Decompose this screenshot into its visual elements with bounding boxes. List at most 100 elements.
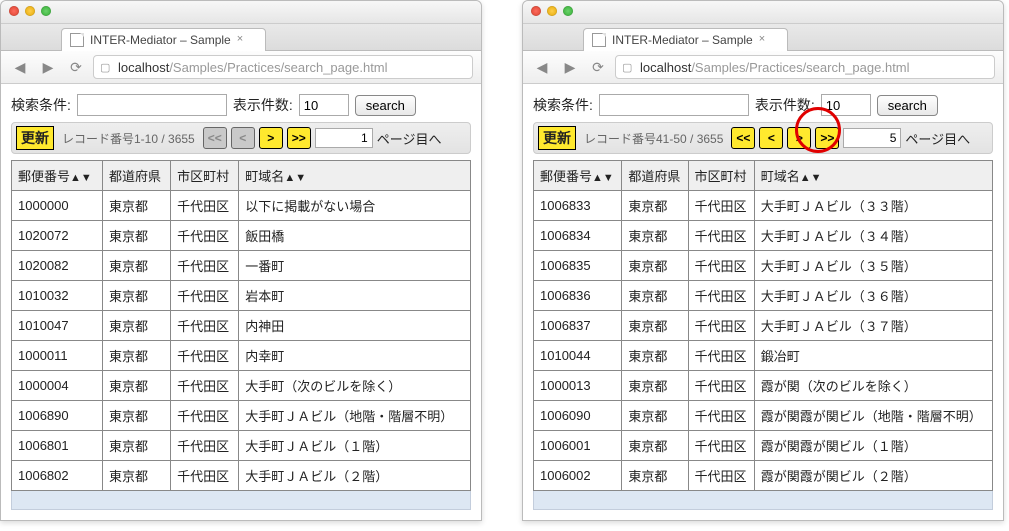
search-input[interactable] [77, 94, 227, 116]
sort-icon[interactable]: ▲▼ [284, 172, 306, 184]
cell-city: 千代田区 [688, 371, 754, 401]
search-button[interactable]: search [355, 95, 416, 116]
cell-city: 千代田区 [688, 251, 754, 281]
search-row: 検索条件:表示件数:search [11, 94, 471, 116]
count-input[interactable] [821, 94, 871, 116]
reload-button[interactable]: ⟳ [65, 56, 87, 78]
page-content: 検索条件:表示件数:search更新レコード番号1-10 / 3655<<<>>… [1, 84, 481, 520]
back-button[interactable]: ◀ [531, 56, 553, 78]
browser-tab[interactable]: INTER-Mediator – Sample× [583, 28, 788, 51]
count-input[interactable] [299, 94, 349, 116]
cell-zip: 1020072 [12, 221, 103, 251]
tab-close-icon[interactable]: × [237, 35, 247, 45]
pager-next-button[interactable]: > [259, 127, 283, 149]
cell-city: 千代田区 [688, 281, 754, 311]
cell-pref: 東京都 [102, 371, 170, 401]
cell-pref: 東京都 [622, 221, 688, 251]
page-content: 検索条件:表示件数:search更新レコード番号41-50 / 3655<<<>… [523, 84, 1003, 520]
pager-prev-button[interactable]: < [759, 127, 783, 149]
pager-first-button[interactable]: << [731, 127, 755, 149]
traffic-light-minimize-icon[interactable] [25, 6, 35, 16]
town-header: 町域名▲▼ [239, 161, 471, 191]
table-row: 1006802東京都千代田区大手町ＪＡビル（２階） [12, 461, 471, 491]
search-input[interactable] [599, 94, 749, 116]
back-button[interactable]: ◀ [9, 56, 31, 78]
count-label: 表示件数: [233, 95, 293, 115]
cell-zip: 1006890 [12, 401, 103, 431]
cell-zip: 1006002 [534, 461, 622, 491]
cell-city: 千代田区 [171, 371, 239, 401]
cell-town: 霞が関霞が関ビル（地階・階層不明） [754, 401, 992, 431]
update-button[interactable]: 更新 [16, 126, 54, 150]
cell-town: 内神田 [239, 311, 471, 341]
table-footer [533, 491, 993, 510]
pref-header: 都道府県 [622, 161, 688, 191]
cell-pref: 東京都 [622, 431, 688, 461]
tab-strip: INTER-Mediator – Sample × [1, 24, 481, 51]
url-host: localhost [640, 60, 691, 75]
page-suffix-label: ページ目へ [377, 129, 442, 148]
sort-icon[interactable]: ▲▼ [592, 172, 614, 184]
toolbar: ◀▶⟳▢localhost/Samples/Practices/search_p… [523, 51, 1003, 84]
table-row: 1020072東京都千代田区飯田橋 [12, 221, 471, 251]
reload-button[interactable]: ⟳ [587, 56, 609, 78]
traffic-light-zoom-icon[interactable] [563, 6, 573, 16]
traffic-light-zoom-icon[interactable] [41, 6, 51, 16]
traffic-light-close-icon[interactable] [9, 6, 19, 16]
table-row: 1006836東京都千代田区大手町ＪＡビル（３６階） [534, 281, 993, 311]
pager-next-button[interactable]: > [787, 127, 811, 149]
cell-town: 大手町ＪＡビル（３７階） [754, 311, 992, 341]
page-number-input[interactable] [843, 128, 901, 148]
cell-zip: 1006837 [534, 311, 622, 341]
traffic-light-close-icon[interactable] [531, 6, 541, 16]
tab-strip: INTER-Mediator – Sample× [523, 24, 1003, 51]
cell-city: 千代田区 [688, 341, 754, 371]
pager-last-button[interactable]: >> [287, 127, 311, 149]
cell-zip: 1010044 [534, 341, 622, 371]
forward-button[interactable]: ▶ [37, 56, 59, 78]
update-button[interactable]: 更新 [538, 126, 576, 150]
cell-city: 千代田区 [688, 431, 754, 461]
window-titlebar [523, 1, 1003, 24]
cell-pref: 東京都 [102, 431, 170, 461]
cell-town: 大手町ＪＡビル（３４階） [754, 221, 992, 251]
town-header-label: 町域名 [761, 169, 800, 184]
cell-town: 一番町 [239, 251, 471, 281]
cell-town: 霞が関霞が関ビル（２階） [754, 461, 992, 491]
tab-title: INTER-Mediator – Sample [90, 33, 231, 47]
results-table: 郵便番号▲▼都道府県市区町村町域名▲▼1006833東京都千代田区大手町ＪＡビル… [533, 160, 993, 491]
cell-town: 以下に掲載がない場合 [239, 191, 471, 221]
traffic-light-minimize-icon[interactable] [547, 6, 557, 16]
cell-pref: 東京都 [622, 341, 688, 371]
cell-town: 鍛冶町 [754, 341, 992, 371]
cell-zip: 1010032 [12, 281, 103, 311]
browser-window-left: INTER-Mediator – Sample × ◀ ▶ ⟳ ▢localhost/Sa… [0, 0, 482, 521]
cell-town: 霞が関（次のビルを除く） [754, 371, 992, 401]
cell-pref: 東京都 [102, 341, 170, 371]
cell-city: 千代田区 [688, 311, 754, 341]
table-row: 1000000東京都千代田区以下に掲載がない場合 [12, 191, 471, 221]
search-button[interactable]: search [877, 95, 938, 116]
search-label: 検索条件: [533, 95, 593, 115]
pager-last-button[interactable]: >> [815, 127, 839, 149]
cell-city: 千代田区 [688, 401, 754, 431]
table-row: 1020082東京都千代田区一番町 [12, 251, 471, 281]
forward-button[interactable]: ▶ [559, 56, 581, 78]
site-info-icon[interactable]: ▢ [622, 61, 634, 73]
sort-icon[interactable]: ▲▼ [800, 172, 822, 184]
cell-zip: 1006835 [534, 251, 622, 281]
record-info: レコード番号41-50 / 3655 [584, 130, 723, 147]
cell-town: 大手町ＪＡビル（地階・階層不明） [239, 401, 471, 431]
cell-town: 岩本町 [239, 281, 471, 311]
page-number-input[interactable] [315, 128, 373, 148]
pref-header-label: 都道府県 [109, 169, 161, 184]
sort-icon[interactable]: ▲▼ [70, 172, 92, 184]
address-bar[interactable]: ▢localhost/Samples/Practices/search_page… [93, 55, 473, 79]
table-row: 1010044東京都千代田区鍛冶町 [534, 341, 993, 371]
cell-city: 千代田区 [688, 221, 754, 251]
cell-zip: 1000011 [12, 341, 103, 371]
site-info-icon[interactable]: ▢ [100, 61, 112, 73]
tab-close-icon[interactable]: × [759, 35, 769, 45]
address-bar[interactable]: ▢localhost/Samples/Practices/search_page… [615, 55, 995, 79]
browser-tab[interactable]: INTER-Mediator – Sample × [61, 28, 266, 51]
